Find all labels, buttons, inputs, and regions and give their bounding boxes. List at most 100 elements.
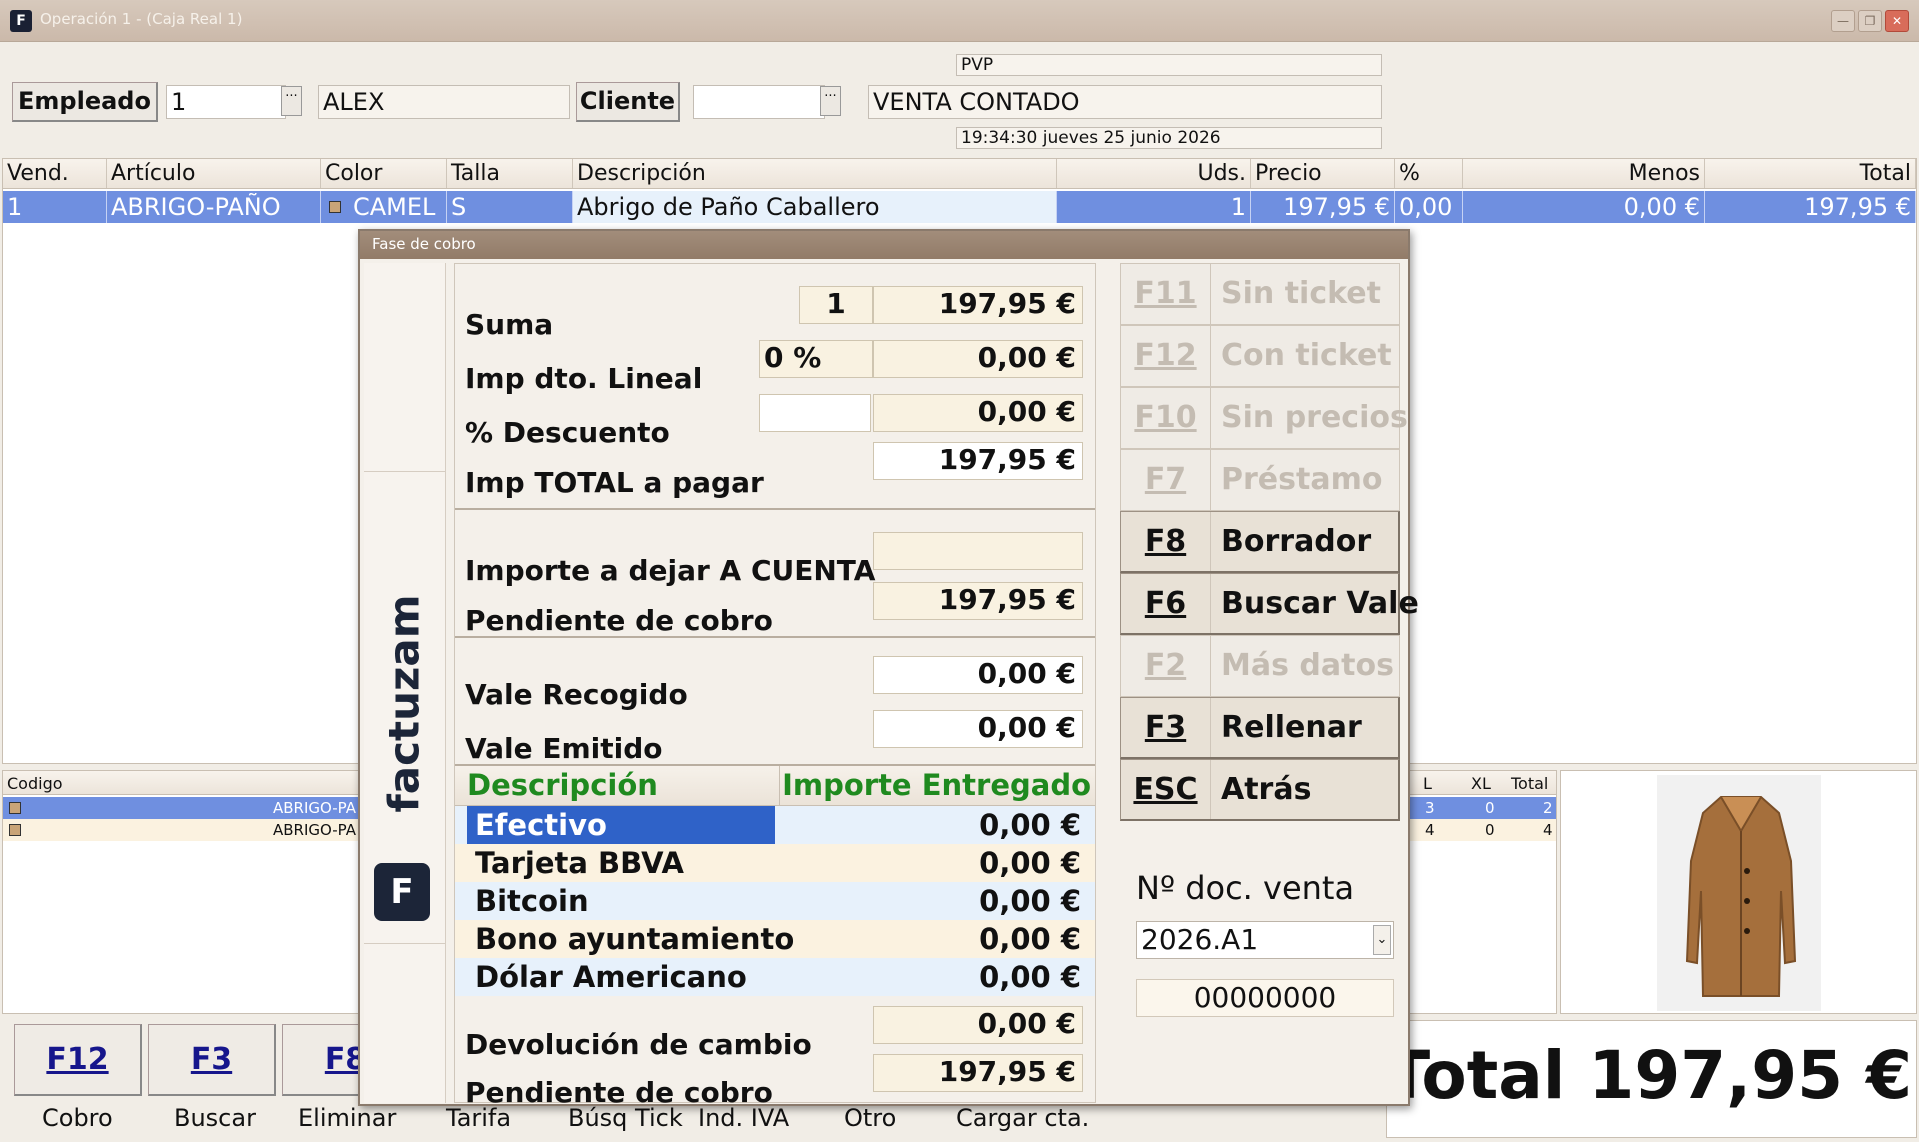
cell-menos: 0,00 €: [1463, 191, 1705, 223]
a-cuenta-input[interactable]: [873, 532, 1083, 570]
cliente-button[interactable]: Cliente: [576, 82, 680, 122]
pendiente-label: Pendiente de cobro: [465, 604, 773, 637]
header-color[interactable]: Color: [321, 159, 447, 188]
sin-precios-button[interactable]: F10 Sin precios: [1120, 387, 1408, 449]
header-menos[interactable]: Menos: [1463, 159, 1705, 188]
header-descripcion[interactable]: Descripción: [573, 159, 1057, 188]
con-ticket-button[interactable]: F12 Con ticket: [1120, 325, 1400, 387]
divider: [455, 508, 1095, 510]
app-logo-icon: F: [10, 10, 32, 32]
dto-lineal-value: 0,00 €: [873, 340, 1083, 378]
cell-articulo: ABRIGO-PAÑO: [107, 191, 321, 223]
stock-header-l[interactable]: L: [1423, 774, 1432, 793]
cobro-button[interactable]: F12: [14, 1024, 142, 1096]
cell-talla: S: [447, 191, 573, 223]
restore-icon[interactable]: ❐: [1858, 10, 1882, 32]
stock-row-xl: 0: [1485, 821, 1495, 839]
stock-row-code: ABRIGO-PA: [273, 799, 357, 817]
window-title: Operación 1 - (Caja Real 1): [40, 10, 243, 28]
header-total[interactable]: Total: [1705, 159, 1916, 188]
payment-row[interactable]: Bono ayuntamiento 0,00 €: [455, 920, 1095, 958]
descuento-pct-input[interactable]: [759, 394, 871, 432]
cell-descripcion[interactable]: Abrigo de Paño Caballero: [573, 191, 1057, 223]
cell-uds: 1: [1057, 191, 1251, 223]
total-pagar-value: 197,95 €: [873, 442, 1083, 480]
cargar-cta-label[interactable]: Cargar cta.: [956, 1104, 1089, 1132]
devolucion-value: 0,00 €: [873, 1006, 1083, 1044]
chevron-down-icon[interactable]: ⌄: [1373, 925, 1391, 955]
suma-label: Suma: [465, 308, 554, 341]
cliente-name-field: VENTA CONTADO: [868, 85, 1382, 119]
header-pct[interactable]: %: [1395, 159, 1463, 188]
devolucion-label: Devolución de cambio: [465, 1028, 812, 1061]
descuento-label: % Descuento: [465, 416, 670, 449]
payments-grid: Descripción Importe Entregado Efectivo 0…: [455, 766, 1095, 1000]
doc-series-value: 2026.A1: [1141, 923, 1259, 956]
cell-pct: 0,00: [1395, 191, 1463, 223]
rellenar-button[interactable]: F3 Rellenar: [1120, 697, 1400, 759]
stock-row-l: 4: [1425, 821, 1435, 839]
close-icon[interactable]: ✕: [1885, 10, 1909, 32]
vale-emitido-label: Vale Emitido: [465, 732, 663, 765]
payment-desc: Efectivo: [467, 806, 775, 844]
dto-lineal-pct[interactable]: 0 %: [759, 340, 873, 378]
buscar-label: Buscar: [174, 1104, 256, 1132]
atras-button[interactable]: ESC Atrás: [1120, 759, 1400, 821]
color-swatch-icon: [329, 201, 341, 213]
buscar-vale-button[interactable]: F6 Buscar Vale: [1120, 573, 1419, 635]
empleado-lookup-button[interactable]: ···: [281, 86, 302, 116]
cobro-dialog: Fase de cobro factuzam F Suma 1 197,95 €…: [358, 229, 1419, 1109]
payment-row[interactable]: Tarjeta BBVA 0,00 €: [455, 844, 1095, 882]
sin-ticket-button[interactable]: F11 Sin ticket: [1120, 263, 1400, 325]
empleado-code-input[interactable]: 1: [166, 85, 286, 119]
vale-recogido-label: Vale Recogido: [465, 678, 688, 711]
dto-lineal-label: Imp dto. Lineal: [465, 362, 703, 395]
pendiente2-value: 197,95 €: [873, 1054, 1083, 1092]
pay-header-amount[interactable]: Importe Entregado: [782, 768, 1091, 802]
payment-amount[interactable]: 0,00 €: [777, 958, 1087, 996]
table-row[interactable]: 1 ABRIGO-PAÑO CAMEL S Abrigo de Paño Cab…: [3, 191, 1916, 223]
cell-color-label: CAMEL: [353, 193, 436, 221]
prestamo-button[interactable]: F7 Préstamo: [1120, 449, 1400, 511]
empleado-name-field: ALEX: [318, 85, 570, 119]
doc-series-select[interactable]: 2026.A1 ⌄: [1136, 921, 1394, 959]
otro-label[interactable]: Otro: [844, 1104, 896, 1132]
stock-row-total: 4: [1543, 821, 1553, 839]
empleado-button[interactable]: Empleado: [12, 82, 158, 122]
header-vend[interactable]: Vend.: [3, 159, 107, 188]
color-swatch-icon: [9, 802, 21, 814]
brand-wordmark: factuzam: [379, 593, 429, 813]
stock-header-total[interactable]: Total: [1511, 774, 1548, 793]
payment-amount[interactable]: 0,00 €: [777, 844, 1087, 882]
payment-row[interactable]: Bitcoin 0,00 €: [455, 882, 1095, 920]
header-precio[interactable]: Precio: [1251, 159, 1395, 188]
pendiente-value: 197,95 €: [873, 582, 1083, 620]
stock-header-code[interactable]: Codigo: [7, 774, 63, 793]
doc-venta-label: Nº doc. venta: [1136, 869, 1355, 907]
payment-desc: Dólar Americano: [475, 960, 747, 994]
header-uds[interactable]: Uds.: [1057, 159, 1251, 188]
cliente-lookup-button[interactable]: ···: [820, 86, 841, 116]
descuento-value: 0,00 €: [873, 394, 1083, 432]
title-bar: F Operación 1 - (Caja Real 1) — ❐ ✕: [0, 0, 1919, 42]
pay-header-desc[interactable]: Descripción: [467, 768, 658, 802]
minimize-icon[interactable]: —: [1831, 10, 1855, 32]
payment-amount[interactable]: 0,00 €: [777, 806, 1087, 844]
total-panel: Total 197,95 €: [1385, 1020, 1917, 1138]
buscar-button[interactable]: F3: [148, 1024, 276, 1096]
grid-header: Vend. Artículo Color Talla Descripción U…: [3, 159, 1916, 189]
payment-row[interactable]: Efectivo 0,00 €: [455, 806, 1095, 844]
payment-amount[interactable]: 0,00 €: [777, 920, 1087, 958]
payment-amount[interactable]: 0,00 €: [777, 882, 1087, 920]
mas-datos-button[interactable]: F2 Más datos: [1120, 635, 1400, 697]
stock-header-xl[interactable]: XL: [1471, 774, 1491, 793]
eliminar-label: Eliminar: [298, 1104, 397, 1132]
stock-row-l: 3: [1425, 799, 1435, 817]
borrador-button[interactable]: F8 Borrador: [1120, 511, 1400, 573]
header-articulo[interactable]: Artículo: [107, 159, 321, 188]
header-talla[interactable]: Talla: [447, 159, 573, 188]
cliente-code-input[interactable]: [693, 85, 825, 119]
dialog-title: Fase de cobro: [360, 231, 1408, 259]
divider: [455, 636, 1095, 638]
payment-row[interactable]: Dólar Americano 0,00 €: [455, 958, 1095, 996]
